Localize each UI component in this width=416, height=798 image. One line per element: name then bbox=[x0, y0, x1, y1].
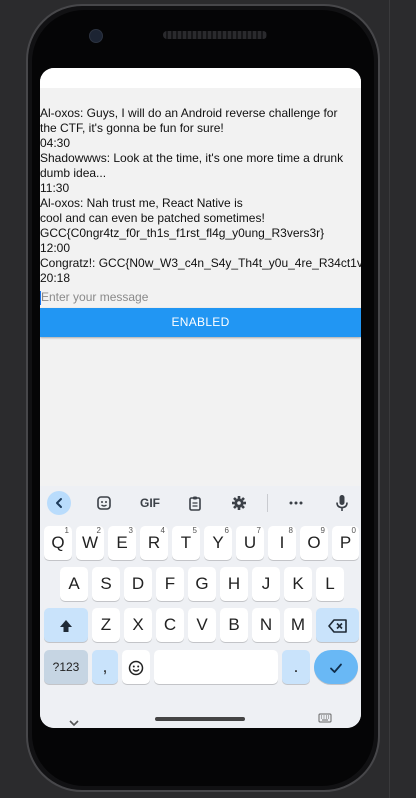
gif-icon[interactable]: GIF bbox=[136, 491, 164, 515]
message-time: 04:30 bbox=[40, 136, 71, 150]
message-time: 12:00 bbox=[40, 241, 71, 255]
space-bar[interactable] bbox=[154, 650, 278, 684]
emoji-key[interactable] bbox=[122, 650, 150, 684]
key-a[interactable]: A bbox=[60, 567, 88, 601]
key-n[interactable]: N bbox=[252, 608, 280, 642]
key-h[interactable]: H bbox=[220, 567, 248, 601]
message-flag: GCC{C0ngr4tz_f0r_th1s_f1rst_fl4g_y0ung_R… bbox=[40, 226, 325, 240]
key-d[interactable]: D bbox=[124, 567, 152, 601]
key-l[interactable]: L bbox=[316, 567, 344, 601]
key-r[interactable]: R4 bbox=[140, 526, 168, 560]
soft-keyboard: GIF Q1 W2 E3 R4 T5 Y6 U7 I8 O9 P0 A S D … bbox=[40, 486, 361, 728]
keyboard-switch-icon[interactable] bbox=[318, 712, 332, 728]
message-text: Congratz!: GCC{N0w_W3_c4n_S4y_Th4t_y0u_4… bbox=[40, 256, 361, 270]
key-t[interactable]: T5 bbox=[172, 526, 200, 560]
message-list: Al-oxos: Guys, I will do an Android reve… bbox=[40, 106, 361, 286]
key-q[interactable]: Q1 bbox=[44, 526, 72, 560]
emoji-icon bbox=[128, 657, 144, 676]
key-s[interactable]: S bbox=[92, 567, 120, 601]
key-e[interactable]: E3 bbox=[108, 526, 136, 560]
key-o[interactable]: O9 bbox=[300, 526, 328, 560]
enabled-button[interactable]: ENABLED bbox=[40, 308, 361, 337]
key-v[interactable]: V bbox=[188, 608, 216, 642]
key-m[interactable]: M bbox=[284, 608, 312, 642]
key-k[interactable]: K bbox=[284, 567, 312, 601]
key-p[interactable]: P0 bbox=[332, 526, 359, 560]
back-chevron-icon[interactable] bbox=[47, 491, 71, 515]
period-key[interactable]: . bbox=[282, 650, 310, 684]
key-j[interactable]: J bbox=[252, 567, 280, 601]
hide-keyboard-chevron-icon[interactable] bbox=[68, 714, 80, 728]
key-g[interactable]: G bbox=[188, 567, 216, 601]
message-text: Al-oxos: Guys, I will do an Android reve… bbox=[40, 106, 338, 135]
sticker-icon[interactable] bbox=[92, 491, 116, 515]
symbols-key[interactable]: ?123 bbox=[44, 650, 88, 684]
key-x[interactable]: X bbox=[124, 608, 152, 642]
backspace-key[interactable] bbox=[316, 608, 359, 642]
message-time: 20:18 bbox=[40, 271, 71, 285]
shift-key[interactable] bbox=[44, 608, 88, 642]
message-text: Al-oxos: Nah trust me, React Native is bbox=[40, 196, 243, 210]
gear-icon[interactable] bbox=[227, 491, 251, 515]
more-icon[interactable] bbox=[284, 491, 308, 515]
toolbar-divider bbox=[267, 494, 268, 512]
backspace-icon bbox=[327, 615, 348, 634]
earpiece-speaker bbox=[163, 31, 267, 39]
key-z[interactable]: Z bbox=[92, 608, 120, 642]
app-top-bar bbox=[40, 68, 361, 88]
microphone-icon[interactable] bbox=[330, 491, 354, 515]
message-text: Shadowwws: Look at the time, it's one mo… bbox=[40, 151, 344, 180]
key-w[interactable]: W2 bbox=[76, 526, 104, 560]
app-screen: Al-oxos: Guys, I will do an Android reve… bbox=[40, 68, 361, 728]
key-b[interactable]: B bbox=[220, 608, 248, 642]
message-input-placeholder: Enter your message bbox=[41, 290, 149, 304]
message-time: 11:30 bbox=[40, 181, 70, 195]
key-f[interactable]: F bbox=[156, 567, 184, 601]
navigation-bar bbox=[40, 712, 361, 728]
key-c[interactable]: C bbox=[156, 608, 184, 642]
key-y[interactable]: Y6 bbox=[204, 526, 232, 560]
window-edge-line bbox=[389, 0, 390, 798]
message-text: cool and can even be patched sometimes! bbox=[40, 211, 265, 225]
shift-icon bbox=[58, 615, 74, 634]
message-input[interactable]: Enter your message bbox=[40, 289, 361, 305]
clipboard-icon[interactable] bbox=[183, 491, 207, 515]
front-camera bbox=[89, 29, 103, 43]
keyboard-toolbar: GIF bbox=[40, 486, 361, 520]
key-u[interactable]: U7 bbox=[236, 526, 264, 560]
key-i[interactable]: I8 bbox=[268, 526, 296, 560]
checkmark-icon bbox=[328, 657, 344, 676]
comma-key[interactable]: , bbox=[92, 650, 118, 684]
enter-key[interactable] bbox=[314, 650, 358, 684]
home-gesture-bar[interactable] bbox=[155, 717, 245, 721]
